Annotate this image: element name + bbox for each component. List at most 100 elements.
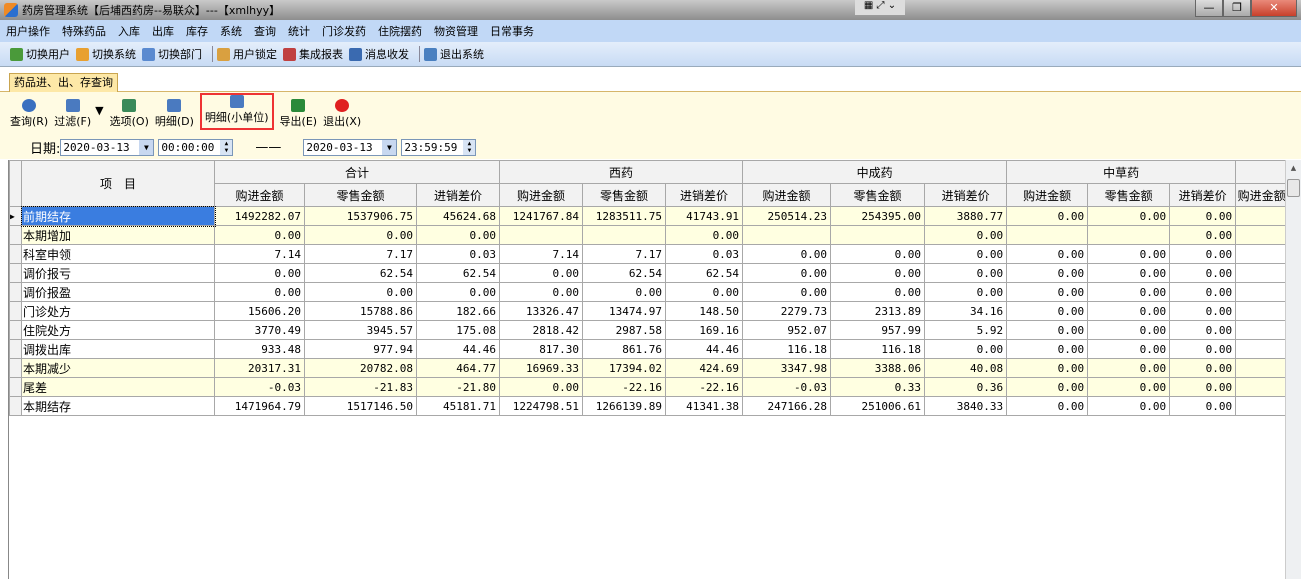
snap-layout-icon[interactable]: ▦ ⤢ ⌄: [855, 0, 905, 15]
row-label[interactable]: 本期增加: [21, 225, 215, 245]
row-label[interactable]: 调拨出库: [21, 339, 215, 359]
table-cell[interactable]: 7.17: [582, 244, 667, 264]
row-label[interactable]: 本期结存: [21, 396, 215, 416]
column-header[interactable]: 进销差价: [924, 183, 1008, 207]
table-cell[interactable]: 7.14: [499, 244, 584, 264]
table-cell[interactable]: 0.33: [830, 377, 926, 397]
table-cell[interactable]: [1235, 339, 1285, 359]
table-cell[interactable]: 62.54: [304, 263, 417, 283]
table-cell[interactable]: [582, 225, 667, 245]
toolbar-button[interactable]: 退出系统: [424, 46, 484, 62]
table-cell[interactable]: 0.00: [1006, 206, 1089, 226]
start-date-picker[interactable]: 2020-03-13 ▼: [60, 138, 155, 156]
table-cell[interactable]: 45181.71: [415, 396, 501, 416]
table-cell[interactable]: 1283511.75: [582, 206, 667, 226]
table-cell[interactable]: [499, 225, 584, 245]
tab-drug-inout-query[interactable]: 药品进、出、存查询: [9, 73, 118, 92]
table-cell[interactable]: 148.50: [665, 301, 744, 321]
table-cell[interactable]: 15606.20: [214, 301, 305, 321]
table-cell[interactable]: [1235, 244, 1285, 264]
table-cell[interactable]: 0.00: [1169, 282, 1237, 302]
row-label[interactable]: 住院处方: [21, 320, 215, 340]
table-cell[interactable]: 0.00: [742, 244, 832, 264]
table-cell[interactable]: 2279.73: [742, 301, 832, 321]
table-cell[interactable]: [742, 225, 832, 245]
table-cell[interactable]: [1235, 206, 1285, 226]
table-cell[interactable]: 5.92: [924, 320, 1008, 340]
table-cell[interactable]: 0.00: [1169, 320, 1237, 340]
column-header[interactable]: 购进金额: [499, 183, 584, 207]
column-header[interactable]: 零售金额: [304, 183, 417, 207]
row-label[interactable]: 科室申领: [21, 244, 215, 264]
menu-item[interactable]: 住院摆药: [378, 23, 422, 39]
table-cell[interactable]: -22.16: [665, 377, 744, 397]
table-cell[interactable]: 957.99: [830, 320, 926, 340]
table-cell[interactable]: 0.00: [1169, 225, 1237, 245]
table-cell[interactable]: 116.18: [830, 339, 926, 359]
table-cell[interactable]: 1241767.84: [499, 206, 584, 226]
table-cell[interactable]: 0.00: [1006, 358, 1089, 378]
table-cell[interactable]: -21.80: [415, 377, 501, 397]
table-row[interactable]: ▶ 前期结存 1492282.07 1537906.75 45624.68 1241767…: [9, 205, 1285, 227]
table-cell[interactable]: 0.00: [830, 244, 926, 264]
table-cell[interactable]: 0.00: [1169, 206, 1237, 226]
table-cell[interactable]: 250514.23: [742, 206, 832, 226]
table-cell[interactable]: 0.00: [1169, 377, 1237, 397]
chevron-down-icon[interactable]: ▼: [139, 139, 154, 155]
filter-dropdown-button[interactable]: ▼: [95, 92, 103, 135]
table-cell[interactable]: 933.48: [214, 339, 305, 359]
table-cell[interactable]: 1537906.75: [304, 206, 417, 226]
table-row[interactable]: 尾差 -0.03 -21.83 -21.80 0.00 -22.16 -22.16 -0.03…: [9, 377, 1285, 397]
table-cell[interactable]: 40.08: [924, 358, 1008, 378]
table-cell[interactable]: 62.54: [665, 263, 744, 283]
menu-item[interactable]: 库存: [186, 23, 208, 39]
table-cell[interactable]: 0.00: [582, 282, 667, 302]
menu-item[interactable]: 用户操作: [6, 23, 50, 39]
toolbar-button[interactable]: 切换用户: [10, 46, 70, 62]
column-header[interactable]: 进销差价: [665, 183, 744, 207]
table-cell[interactable]: [1235, 225, 1285, 245]
table-cell[interactable]: 0.00: [830, 263, 926, 283]
table-cell[interactable]: 0.00: [1087, 282, 1171, 302]
column-header[interactable]: 零售金额: [582, 183, 667, 207]
table-cell[interactable]: [1235, 282, 1285, 302]
table-cell[interactable]: 0.00: [499, 263, 584, 283]
table-cell[interactable]: 7.17: [304, 244, 417, 264]
table-cell[interactable]: 2987.58: [582, 320, 667, 340]
table-cell[interactable]: 1266139.89: [582, 396, 667, 416]
row-label[interactable]: 门诊处方: [21, 301, 215, 321]
table-cell[interactable]: 13326.47: [499, 301, 584, 321]
action-button[interactable]: 查询(R): [10, 92, 48, 135]
table-cell[interactable]: 251006.61: [830, 396, 926, 416]
column-header-item[interactable]: 项 目: [21, 160, 215, 207]
table-cell[interactable]: 0.00: [1087, 206, 1171, 226]
table-cell[interactable]: 0.00: [214, 225, 305, 245]
action-button[interactable]: 明细(D): [155, 92, 194, 135]
table-cell[interactable]: 0.00: [1087, 301, 1171, 321]
table-cell[interactable]: 0.00: [1087, 263, 1171, 283]
table-cell[interactable]: 169.16: [665, 320, 744, 340]
table-cell[interactable]: 0.00: [1006, 320, 1089, 340]
table-cell[interactable]: 0.00: [1006, 301, 1089, 321]
table-cell[interactable]: 7.14: [214, 244, 305, 264]
end-date-picker[interactable]: 2020-03-13 ▼: [303, 138, 398, 156]
table-cell[interactable]: 0.00: [415, 225, 501, 245]
row-label[interactable]: 尾差: [21, 377, 215, 397]
table-cell[interactable]: 464.77: [415, 358, 501, 378]
table-row[interactable]: 调价报盈 0.00 0.00 0.00 0.00 0.00 0.00 0.00 0.00 0.00…: [9, 282, 1285, 302]
table-cell[interactable]: [1235, 301, 1285, 321]
table-cell[interactable]: [1006, 225, 1089, 245]
table-cell[interactable]: 34.16: [924, 301, 1008, 321]
table-cell[interactable]: 0.00: [1169, 263, 1237, 283]
table-cell[interactable]: 0.00: [1087, 377, 1171, 397]
table-cell[interactable]: 0.00: [1006, 377, 1089, 397]
table-cell[interactable]: 0.00: [830, 282, 926, 302]
table-cell[interactable]: 0.00: [1169, 358, 1237, 378]
table-cell[interactable]: 247166.28: [742, 396, 832, 416]
chevron-down-icon[interactable]: ▼: [382, 139, 397, 155]
action-button[interactable]: 过滤(F): [54, 92, 91, 135]
table-row[interactable]: 调价报亏 0.00 62.54 62.54 0.00 62.54 62.54 0.00 0.00…: [9, 263, 1285, 283]
table-cell[interactable]: 0.00: [742, 282, 832, 302]
table-cell[interactable]: [1235, 263, 1285, 283]
spinner-icon[interactable]: ▲ ▼: [463, 139, 476, 155]
